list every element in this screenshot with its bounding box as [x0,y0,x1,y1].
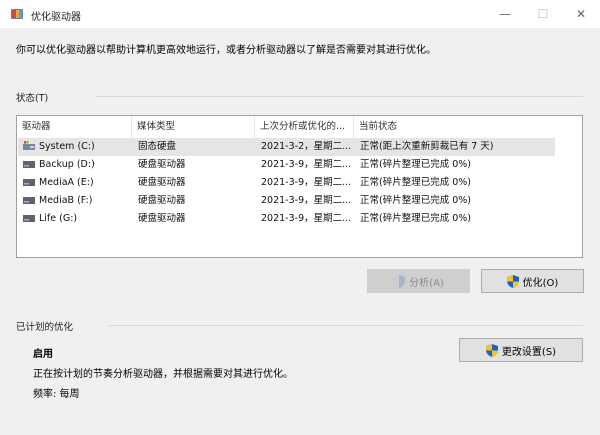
uac-shield-icon [485,343,498,357]
hdd-icon [23,215,35,222]
schedule-group-divider [108,325,583,326]
hdd-icon [23,161,35,168]
drive-last-run-cell: 2021-3-9，星期二... [261,213,352,224]
drives-list-header: 驱动器 媒体类型 上次分析或优化的... 当前状态 [17,116,582,138]
drive-last-run-cell: 2021-3-9，星期二... [261,195,352,206]
optimize-button[interactable]: 优化(O) [481,269,584,293]
drive-last-run-cell: 2021-3-2，星期二... [261,141,352,152]
drive-status-cell: 正常(碎片整理已完成 0%) [360,159,472,170]
uac-shield-icon [393,274,406,288]
column-header-drive[interactable]: 驱动器 [17,116,132,138]
schedule-group-label: 已计划的优化 [16,322,74,333]
drive-status-cell: 正常(碎片整理已完成 0%) [360,195,472,206]
drive-status-cell: 正常(距上次重新剪裁已有 7 天) [360,141,494,152]
drive-name-cell: MediaB (F:) [18,192,133,210]
drive-media-cell: 硬盘驱动器 [138,159,186,170]
maximize-icon: ☐ [537,7,549,21]
column-header-last-run[interactable]: 上次分析或优化的... [255,116,354,138]
drive-status-cell: 正常(碎片整理已完成 0%) [360,177,472,188]
maximize-button[interactable]: ☐ [524,0,562,28]
drive-media-cell: 硬盘驱动器 [138,195,186,206]
drive-row-e[interactable]: MediaA (E:) 硬盘驱动器 2021-3-9，星期二... 正常(碎片整… [18,174,555,192]
schedule-description: 正在按计划的节奏分析驱动器，并根据需要对其进行优化。 [33,369,293,380]
column-header-current-status[interactable]: 当前状态 [354,116,582,138]
drive-row-d[interactable]: Backup (D:) 硬盘驱动器 2021-3-9，星期二... 正常(碎片整… [18,156,555,174]
drive-media-cell: 固态硬盘 [138,141,177,152]
uac-shield-icon [506,274,519,288]
status-group-divider [96,96,583,97]
window-title: 优化驱动器 [31,12,81,23]
ssd-system-icon [23,141,35,150]
drive-row-c[interactable]: System (C:) 固态硬盘 2021-3-2，星期二... 正常(距上次重… [18,138,555,156]
drive-row-g[interactable]: Life (G:) 硬盘驱动器 2021-3-9，星期二... 正常(碎片整理已… [18,210,555,228]
column-header-media-type[interactable]: 媒体类型 [132,116,255,138]
hdd-icon [23,197,35,204]
title-bar: 优化驱动器 — ☐ ✕ [0,0,600,28]
minimize-icon: — [499,7,511,21]
status-group-label: 状态(T) [16,93,49,104]
drive-name-cell: MediaA (E:) [18,174,133,192]
drive-media-cell: 硬盘驱动器 [138,177,186,188]
close-button[interactable]: ✕ [562,0,600,28]
close-icon: ✕ [575,7,587,21]
schedule-frequency: 频率: 每周 [33,389,80,400]
drive-row-f[interactable]: MediaB (F:) 硬盘驱动器 2021-3-9，星期二... 正常(碎片整… [18,192,555,210]
drive-last-run-cell: 2021-3-9，星期二... [261,159,352,170]
analyze-button[interactable]: 分析(A) [367,269,470,293]
hdd-icon [23,179,35,186]
drive-status-cell: 正常(碎片整理已完成 0%) [360,213,472,224]
minimize-button[interactable]: — [486,0,524,28]
drives-list[interactable]: 驱动器 媒体类型 上次分析或优化的... 当前状态 System (C:) 固态… [16,115,583,258]
drive-name-cell: Backup (D:) [18,156,133,174]
change-settings-button[interactable]: 更改设置(S) [459,338,583,362]
intro-text: 你可以优化驱动器以帮助计算机更高效地运行，或者分析驱动器以了解是否需要对其进行优… [16,45,436,56]
drive-media-cell: 硬盘驱动器 [138,213,186,224]
schedule-state: 启用 [33,349,53,360]
drive-name-cell: Life (G:) [18,210,133,228]
optimize-drives-app-icon [11,9,23,19]
drive-last-run-cell: 2021-3-9，星期二... [261,177,352,188]
drive-name-cell: System (C:) [18,138,133,156]
